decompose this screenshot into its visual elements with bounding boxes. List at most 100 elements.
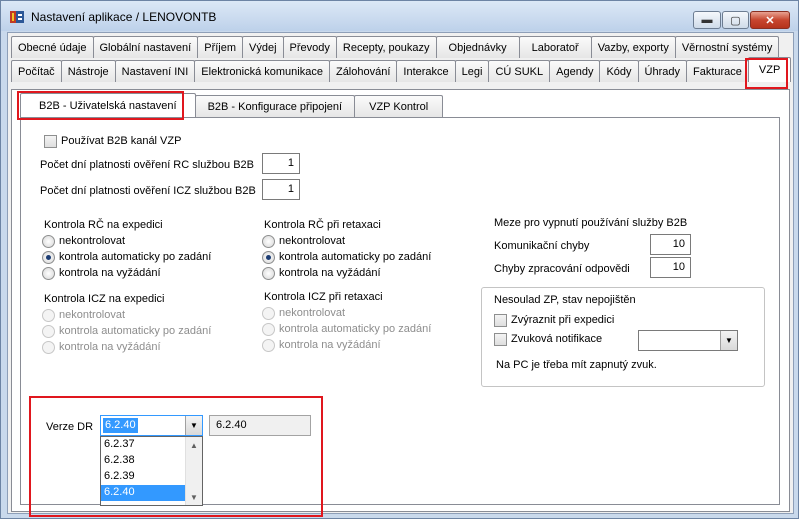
- rc-expedice-title: Kontrola RČ na expedici: [44, 219, 163, 231]
- close-icon: ✕: [765, 14, 775, 27]
- rc-expedice-option-0-label: nekontrolovat: [59, 235, 126, 247]
- rc-days-label: Počet dní platnosti ověření RC službou B…: [40, 159, 255, 171]
- maximize-button[interactable]: ▢: [722, 11, 749, 29]
- window-title: Nastavení aplikace / LENOVONTB: [31, 10, 217, 24]
- tab-vydej[interactable]: Výdej: [242, 36, 284, 58]
- sound-notification-value: [641, 333, 645, 348]
- icz-expedice-option-0-label: nekontrolovat: [59, 309, 126, 321]
- tab-globalni-nastaveni[interactable]: Globální nastavení: [92, 36, 199, 58]
- sound-note: Na PC je třeba mít zapnutý zvuk.: [496, 359, 657, 371]
- rc-retaxace-option-1-radio[interactable]: [262, 251, 275, 264]
- icz-expedice-title: Kontrola ICZ na expedici: [44, 293, 165, 305]
- tab-prijem[interactable]: Příjem: [197, 36, 244, 58]
- rc-expedice-option-0-radio[interactable]: [42, 235, 55, 248]
- tab-pocitac[interactable]: Počítač: [11, 60, 62, 82]
- b2b-settings-panel: Používat B2B kanál VZP Počet dní platnos…: [20, 117, 780, 506]
- use-b2b-channel-checkbox[interactable]: [44, 135, 57, 148]
- tab-vazby-exporty[interactable]: Vazby, exporty: [590, 36, 676, 58]
- tab-kody[interactable]: Kódy: [599, 60, 639, 82]
- icz-expedice-option-1-label: kontrola automaticky po zadání: [59, 325, 212, 337]
- close-button[interactable]: ✕: [750, 11, 790, 29]
- icz-retaxace-option-1-radio[interactable]: [262, 323, 275, 336]
- rc-retaxace-title: Kontrola RČ při retaxaci: [264, 219, 381, 231]
- sound-notification-label: Zvuková notifikace: [511, 333, 603, 345]
- subtab-b2b-uzivatelska-nastaveni[interactable]: B2B - Uživatelská nastavení: [20, 93, 196, 117]
- subtab-row: B2B - Uživatelská nastavení B2B - Konfig…: [20, 93, 444, 117]
- title-bar[interactable]: Nastavení aplikace / LENOVONTB ▬ ▢ ✕: [1, 1, 798, 31]
- use-b2b-channel-label: Používat B2B kanál VZP: [61, 135, 182, 147]
- tab-objednavky[interactable]: Objednávky: [435, 36, 520, 58]
- icz-days-input[interactable]: 1: [262, 179, 300, 200]
- dr-version-option-selected[interactable]: 6.2.40: [101, 485, 185, 501]
- minimize-button[interactable]: ▬: [693, 11, 721, 29]
- tab-row-1: Obecné údaje Globální nastavení Příjem V…: [11, 36, 780, 59]
- tab-prevody[interactable]: Převody: [282, 36, 337, 58]
- icz-retaxace-option-2-label: kontrola na vyžádání: [279, 339, 381, 351]
- icz-retaxace-option-0-radio[interactable]: [262, 307, 275, 320]
- scroll-up-icon[interactable]: ▲: [186, 437, 202, 453]
- icz-retaxace-option-2-radio[interactable]: [262, 339, 275, 352]
- icz-expedice-option-0-radio[interactable]: [42, 309, 55, 322]
- app-icon: [10, 11, 24, 23]
- minimize-icon: ▬: [701, 14, 713, 26]
- zp-mismatch-title: Nesoulad ZP, stav nepojištěn: [494, 294, 636, 306]
- rc-retaxace-option-0-radio[interactable]: [262, 235, 275, 248]
- rc-expedice-option-1-radio[interactable]: [42, 251, 55, 264]
- maximize-icon: ▢: [730, 14, 741, 27]
- tab-vzp[interactable]: VZP: [747, 57, 792, 82]
- dr-version-dropdown: 6.2.37 6.2.38 6.2.39 6.2.40 ▲ ▼: [100, 436, 203, 506]
- tab-recepty-poukazy[interactable]: Recepty, poukazy: [335, 36, 437, 58]
- icz-expedice-option-1-radio[interactable]: [42, 325, 55, 338]
- icz-expedice-option-2-label: kontrola na vyžádání: [59, 341, 161, 353]
- tab-nastroje[interactable]: Nástroje: [60, 60, 116, 82]
- proc-errors-label: Chyby zpracování odpovědi: [494, 263, 630, 275]
- tab-obecne-udaje[interactable]: Obecné údaje: [11, 36, 94, 58]
- settings-window: Nastavení aplikace / LENOVONTB ▬ ▢ ✕ Obe…: [0, 0, 799, 519]
- comm-errors-input[interactable]: 10: [650, 234, 691, 255]
- tab-elektronicka-komunikace[interactable]: Elektronická komunikace: [194, 60, 330, 82]
- dropdown-scrollbar[interactable]: ▲ ▼: [185, 437, 202, 505]
- chevron-down-icon[interactable]: ▼: [185, 416, 202, 435]
- tab-laborator[interactable]: Laboratoř: [518, 36, 592, 58]
- tab-cu-sukl[interactable]: CÚ SUKL: [488, 60, 551, 82]
- icz-expedice-option-2-radio[interactable]: [42, 341, 55, 354]
- dr-version-value: 6.2.40: [103, 418, 138, 433]
- highlight-expedice-label: Zvýraznit při expedici: [511, 314, 615, 326]
- icz-days-label: Počet dní platnosti ověření ICZ službou …: [40, 185, 256, 197]
- rc-retaxace-option-2-radio[interactable]: [262, 267, 275, 280]
- sound-notification-select[interactable]: ▼: [638, 330, 738, 351]
- tab-uhrady[interactable]: Úhrady: [637, 60, 687, 82]
- tab-zalohovani[interactable]: Zálohování: [328, 60, 398, 82]
- subtab-vzp-kontrol[interactable]: VZP Kontrol: [354, 95, 444, 117]
- highlight-expedice-checkbox[interactable]: [494, 314, 507, 327]
- vzp-tab-page: B2B - Uživatelská nastavení B2B - Konfig…: [11, 89, 790, 512]
- limits-title: Meze pro vypnutí používání služby B2B: [494, 217, 688, 229]
- comm-errors-label: Komunikační chyby: [494, 240, 590, 252]
- tab-interakce[interactable]: Interakce: [396, 60, 456, 82]
- tab-nastaveni-ini[interactable]: Nastavení INI: [114, 60, 196, 82]
- rc-retaxace-option-0-label: nekontrolovat: [279, 235, 346, 247]
- scroll-down-icon[interactable]: ▼: [186, 489, 202, 505]
- dr-version-current: 6.2.40: [209, 415, 311, 436]
- tab-row-2: Počítač Nástroje Nastavení INI Elektroni…: [11, 57, 792, 83]
- rc-retaxace-option-2-label: kontrola na vyžádání: [279, 267, 381, 279]
- proc-errors-input[interactable]: 10: [650, 257, 691, 278]
- icz-retaxace-option-1-label: kontrola automaticky po zadání: [279, 323, 432, 335]
- chevron-down-icon[interactable]: ▼: [720, 331, 737, 350]
- sound-notification-checkbox[interactable]: [494, 333, 507, 346]
- rc-expedice-option-2-radio[interactable]: [42, 267, 55, 280]
- dr-version-select[interactable]: 6.2.40 ▼: [100, 415, 203, 436]
- dr-version-label: Verze DR: [46, 421, 94, 433]
- icz-retaxace-title: Kontrola ICZ při retaxaci: [264, 291, 383, 303]
- client-area: Obecné údaje Globální nastavení Příjem V…: [7, 32, 794, 514]
- subtab-b2b-konfigurace-pripojeni[interactable]: B2B - Konfigurace připojení: [194, 95, 356, 117]
- rc-expedice-option-2-label: kontrola na vyžádání: [59, 267, 161, 279]
- tab-fakturace[interactable]: Fakturace: [686, 60, 749, 82]
- rc-days-input[interactable]: 1: [262, 153, 300, 174]
- icz-retaxace-option-0-label: nekontrolovat: [279, 307, 346, 319]
- tab-legi[interactable]: Legi: [454, 60, 490, 82]
- tab-agendy[interactable]: Agendy: [549, 60, 601, 82]
- tab-vernostni-systemy[interactable]: Věrnostní systémy: [674, 36, 780, 58]
- rc-retaxace-option-1-label: kontrola automaticky po zadání: [279, 251, 432, 263]
- rc-expedice-option-1-label: kontrola automaticky po zadání: [59, 251, 212, 263]
